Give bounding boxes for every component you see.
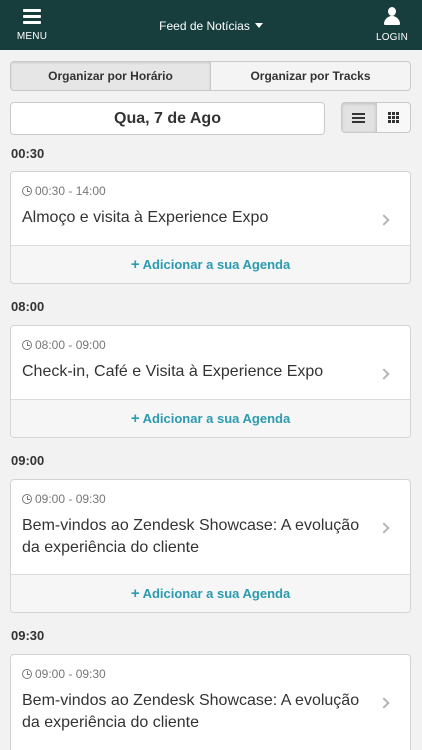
add-to-agenda-button[interactable]: + Adicionar a sua Agenda [11,399,410,437]
session-title: Bem-vindos ao Zendesk Showcase: A evoluç… [22,692,360,731]
news-feed-label: Feed de Notícias [159,19,250,33]
clock-icon [22,494,32,504]
list-view-icon [352,111,366,125]
list-view-button[interactable] [342,103,376,132]
add-to-agenda-label: Adicionar a sua Agenda [142,586,291,601]
sort-tabs: Organizar por Horário Organizar por Trac… [10,61,411,91]
session-time-range: 09:00 - 09:30 [35,667,106,681]
plus-icon: + [130,410,140,427]
session-card[interactable]: 09:00 - 09:30 Bem-vindos ao Zendesk Show… [10,654,411,750]
time-header: 08:00 [11,299,45,314]
add-to-agenda-button[interactable]: + Adicionar a sua Agenda [11,245,410,283]
session-title: Check-in, Café e Visita à Experience Exp… [22,363,324,380]
grid-view-icon [387,112,399,123]
session-card[interactable]: 00:30 - 14:00 Almoço e visita à Experien… [10,171,411,284]
session-title: Almoço e visita à Experience Expo [22,209,269,226]
time-header: 09:00 [11,453,45,468]
tab-sort-by-tracks[interactable]: Organizar por Tracks [210,62,410,90]
add-to-agenda-label: Adicionar a sua Agenda [142,257,291,272]
clock-icon [22,669,32,679]
session-card[interactable]: 08:00 - 09:00 Check-in, Café e Visita à … [10,325,411,438]
clock-icon [22,186,32,196]
clock-icon [22,340,32,350]
session-time-range: 09:00 - 09:30 [35,492,106,506]
session-title: Bem-vindos ao Zendesk Showcase: A evoluç… [22,517,360,556]
session-card[interactable]: 09:00 - 09:30 Bem-vindos ao Zendesk Show… [10,479,411,613]
session-time: 00:30 - 14:00 [22,184,370,198]
time-header: 00:30 [11,146,45,161]
session-time: 09:00 - 09:30 [22,667,370,681]
session-time: 08:00 - 09:00 [22,338,370,352]
tab-sort-by-time[interactable]: Organizar por Horário [11,62,210,90]
session-time-range: 08:00 - 09:00 [35,338,106,352]
session-time: 09:00 - 09:30 [22,492,370,506]
top-navigation-bar: MENU Feed de Notícias LOGIN [0,0,422,50]
date-selector[interactable]: Qua, 7 de Ago [10,102,325,135]
login-button[interactable]: LOGIN [372,6,412,46]
plus-icon: + [130,585,140,602]
user-icon [384,7,400,25]
login-label: LOGIN [375,32,409,43]
add-to-agenda-button[interactable]: + Adicionar a sua Agenda [11,574,410,612]
view-toggle [341,102,411,133]
plus-icon: + [130,256,140,273]
session-time-range: 00:30 - 14:00 [35,184,106,198]
news-feed-dropdown[interactable]: Feed de Notícias [0,19,422,33]
add-to-agenda-label: Adicionar a sua Agenda [142,411,291,426]
caret-down-icon [254,23,263,28]
time-header: 09:30 [11,628,45,643]
grid-view-button[interactable] [375,103,411,132]
